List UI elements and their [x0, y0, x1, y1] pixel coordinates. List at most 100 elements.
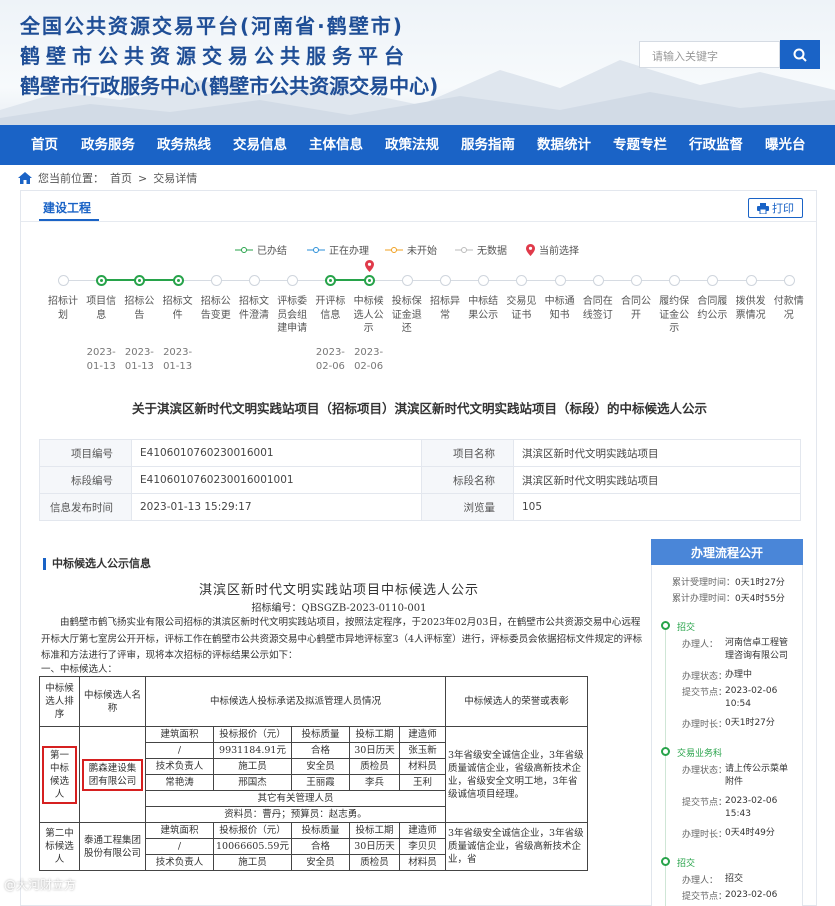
step-dot[interactable]	[287, 275, 299, 286]
node2-row3-val: 0天4时49分	[725, 828, 775, 838]
step-date: 2023-02-06	[315, 347, 345, 372]
views-value: 105	[513, 493, 801, 521]
step-label[interactable]: 项目信息	[84, 295, 118, 322]
step-dot[interactable]	[631, 275, 642, 286]
print-label: 打印	[772, 202, 794, 215]
step-date: 2023-01-13	[124, 347, 154, 372]
detail-panel: 建设工程 打印 已办结 正在办理 未开始 无数据 当前选择 招标计划 项目信息 20…	[20, 190, 817, 906]
nav-item-policies[interactable]: 政策法规	[385, 125, 439, 165]
step-label[interactable]: 开评标信息	[313, 295, 347, 322]
step-dot[interactable]	[554, 275, 566, 286]
step-dot[interactable]	[478, 275, 490, 286]
sub-header-worker: 施工员	[213, 758, 292, 775]
node3-row2-val: 2023-02-06	[725, 890, 778, 900]
step-dot[interactable]	[96, 275, 108, 286]
step-dot[interactable]	[58, 275, 69, 286]
candidate1-quality: 合格	[291, 742, 350, 759]
step-dot[interactable]	[592, 275, 604, 286]
step-dot[interactable]	[669, 275, 681, 286]
sub-header-worker-2: 施工员	[213, 854, 292, 871]
step-dot[interactable]	[363, 275, 375, 286]
candidate1-price: 9931184.91元	[213, 742, 292, 759]
header-title-line1: 全国公共资源交易平台(河南省·鹤壁市)	[20, 14, 404, 38]
legend-in-progress: 正在办理	[307, 242, 369, 257]
step-dot[interactable]	[440, 275, 451, 286]
legend-done-icon	[235, 246, 253, 253]
step-dot[interactable]	[783, 275, 795, 286]
sub-header-builder: 建造师	[399, 726, 446, 743]
step-label[interactable]: 中标结果公示	[466, 295, 500, 322]
nav-item-exposure[interactable]: 曝光台	[765, 125, 806, 165]
legend-current: 当前选择	[526, 242, 579, 257]
step-dot[interactable]	[172, 275, 184, 286]
project-no-label: 项目编号	[39, 439, 132, 467]
step-label[interactable]: 中标通知书	[543, 295, 577, 322]
section-name-value: 淇滨区新时代文明实践站项目	[513, 466, 801, 494]
step-dot[interactable]	[134, 275, 146, 286]
node3-row1-val: 招交	[725, 874, 744, 884]
sub-header-area: 建筑面积	[145, 726, 214, 743]
nav-item-statistics[interactable]: 数据统计	[537, 125, 591, 165]
sub-header-material-2: 材料员	[399, 854, 446, 871]
step-label[interactable]: 履约保证金公示	[657, 295, 691, 336]
notice-code: 招标编号：QBSGZB-2023-0110-001	[251, 603, 427, 614]
step-dot[interactable]	[707, 275, 719, 286]
tab-construction[interactable]: 建设工程	[43, 199, 91, 216]
watermark: @大河财立方	[4, 878, 77, 892]
step-label[interactable]: 招标公告变更	[199, 295, 233, 322]
sub-header-quality-2: 投标质量	[291, 822, 350, 839]
step-label[interactable]: 招标异常	[428, 295, 462, 322]
project-name-label: 项目名称	[421, 439, 514, 467]
nav-item-topics[interactable]: 专题专栏	[613, 125, 667, 165]
step-dot[interactable]	[745, 275, 757, 286]
nav-item-entity-info[interactable]: 主体信息	[309, 125, 363, 165]
search-input[interactable]: 请输入关键字	[639, 41, 780, 68]
nav-item-home[interactable]: 首页	[31, 125, 58, 165]
candidate-table: 中标候选人排序 中标候选人名称 中标候选人投标承诺及拟派管理人员情况 中标候选人…	[39, 676, 588, 871]
legend-current-label: 当前选择	[539, 246, 579, 257]
step-dot[interactable]	[516, 275, 528, 286]
step-date: 2023-01-13	[86, 347, 116, 372]
step-label[interactable]: 拨供发票情况	[734, 295, 768, 322]
step-dot[interactable]	[401, 275, 413, 286]
print-button[interactable]: 打印	[748, 198, 803, 218]
candidate1-rank: 第一中标候选人	[42, 745, 77, 804]
header-title-line2: 鹤壁市公共资源交易公共服务平台	[20, 44, 410, 68]
step-label[interactable]: 付款情况	[772, 295, 806, 322]
step-dot[interactable]	[325, 275, 337, 286]
step-label[interactable]: 合同履约公示	[695, 295, 729, 322]
nav-item-gov-services[interactable]: 政务服务	[81, 125, 135, 165]
main-nav: 首页 政务服务 政务热线 交易信息 主体信息 政策法规 服务指南 数据统计 专题…	[0, 125, 835, 165]
step-label[interactable]: 招标公告	[122, 295, 156, 322]
total-time-value: 0天1时27分	[735, 578, 785, 588]
nav-item-supervision[interactable]: 行政监督	[689, 125, 743, 165]
step-label[interactable]: 评标委员会组建申请	[275, 295, 309, 336]
candidate1-rank-cell: 第一中标候选人	[39, 726, 80, 823]
step-dot[interactable]	[249, 275, 260, 286]
sub-header-period-2: 投标工期	[349, 822, 400, 839]
step-label[interactable]: 交易见证书	[504, 295, 538, 322]
nav-item-trade-info[interactable]: 交易信息	[233, 125, 287, 165]
breadcrumb-home-link[interactable]: 首页	[110, 170, 132, 186]
step-label[interactable]: 合同公开	[619, 295, 653, 322]
step-label[interactable]: 中标候选人公示	[352, 295, 386, 336]
candidate1-period: 30日历天	[349, 742, 400, 759]
other-managers-label: 其它有关管理人员	[145, 790, 446, 807]
node3-row2-key: 提交节点：	[682, 892, 728, 902]
breadcrumb: 您当前位置： 首页 > 交易详情	[18, 170, 197, 186]
legend-done-label: 已办结	[257, 246, 287, 257]
step-dot[interactable]	[210, 275, 222, 286]
step-label[interactable]: 招标计划	[46, 295, 80, 322]
step-label[interactable]: 招标文件澄清	[237, 295, 271, 322]
step-label[interactable]: 招标文件	[161, 295, 195, 322]
nav-item-service-guide[interactable]: 服务指南	[461, 125, 515, 165]
candidate1-name-cell: 鹏森建设集团有限公司	[79, 726, 146, 823]
step-label[interactable]: 投标保证金退还	[390, 295, 424, 336]
search-button[interactable]	[780, 40, 820, 69]
sub-header-material: 材料员	[399, 758, 446, 775]
nav-item-hotline[interactable]: 政务热线	[157, 125, 211, 165]
node1-row3-key: 提交节点：	[682, 688, 728, 698]
printer-icon	[757, 202, 769, 214]
step-label[interactable]: 合同在线签订	[581, 295, 615, 322]
sub-header-tech-2: 技术负责人	[145, 854, 214, 871]
